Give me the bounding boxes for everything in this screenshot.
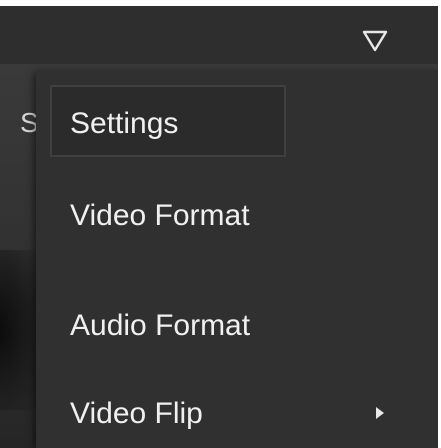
top-bar	[0, 6, 438, 64]
menu-item-label: Settings	[70, 107, 179, 140]
menu-item-audio-format[interactable]: Audio Format	[36, 290, 438, 360]
menu-item-settings[interactable]: Settings	[36, 70, 438, 157]
menu-item-label: Audio Format	[70, 309, 251, 342]
dropdown-menu: Settings Video Format Audio Format Video…	[36, 70, 438, 448]
menu-item-label: Video Flip	[70, 397, 203, 430]
app-window: S Settings Video Format Audio Format Vid…	[0, 0, 441, 448]
chevron-right-icon	[376, 407, 384, 419]
menu-item-label: Video Format	[70, 199, 250, 232]
menu-item-video-flip[interactable]: Video Flip	[36, 378, 438, 448]
background-shadow	[0, 250, 40, 410]
filter-button[interactable]	[360, 26, 390, 56]
menu-item-video-format[interactable]: Video Format	[36, 180, 438, 250]
window-edge-top	[0, 0, 441, 6]
filter-icon	[362, 30, 388, 52]
